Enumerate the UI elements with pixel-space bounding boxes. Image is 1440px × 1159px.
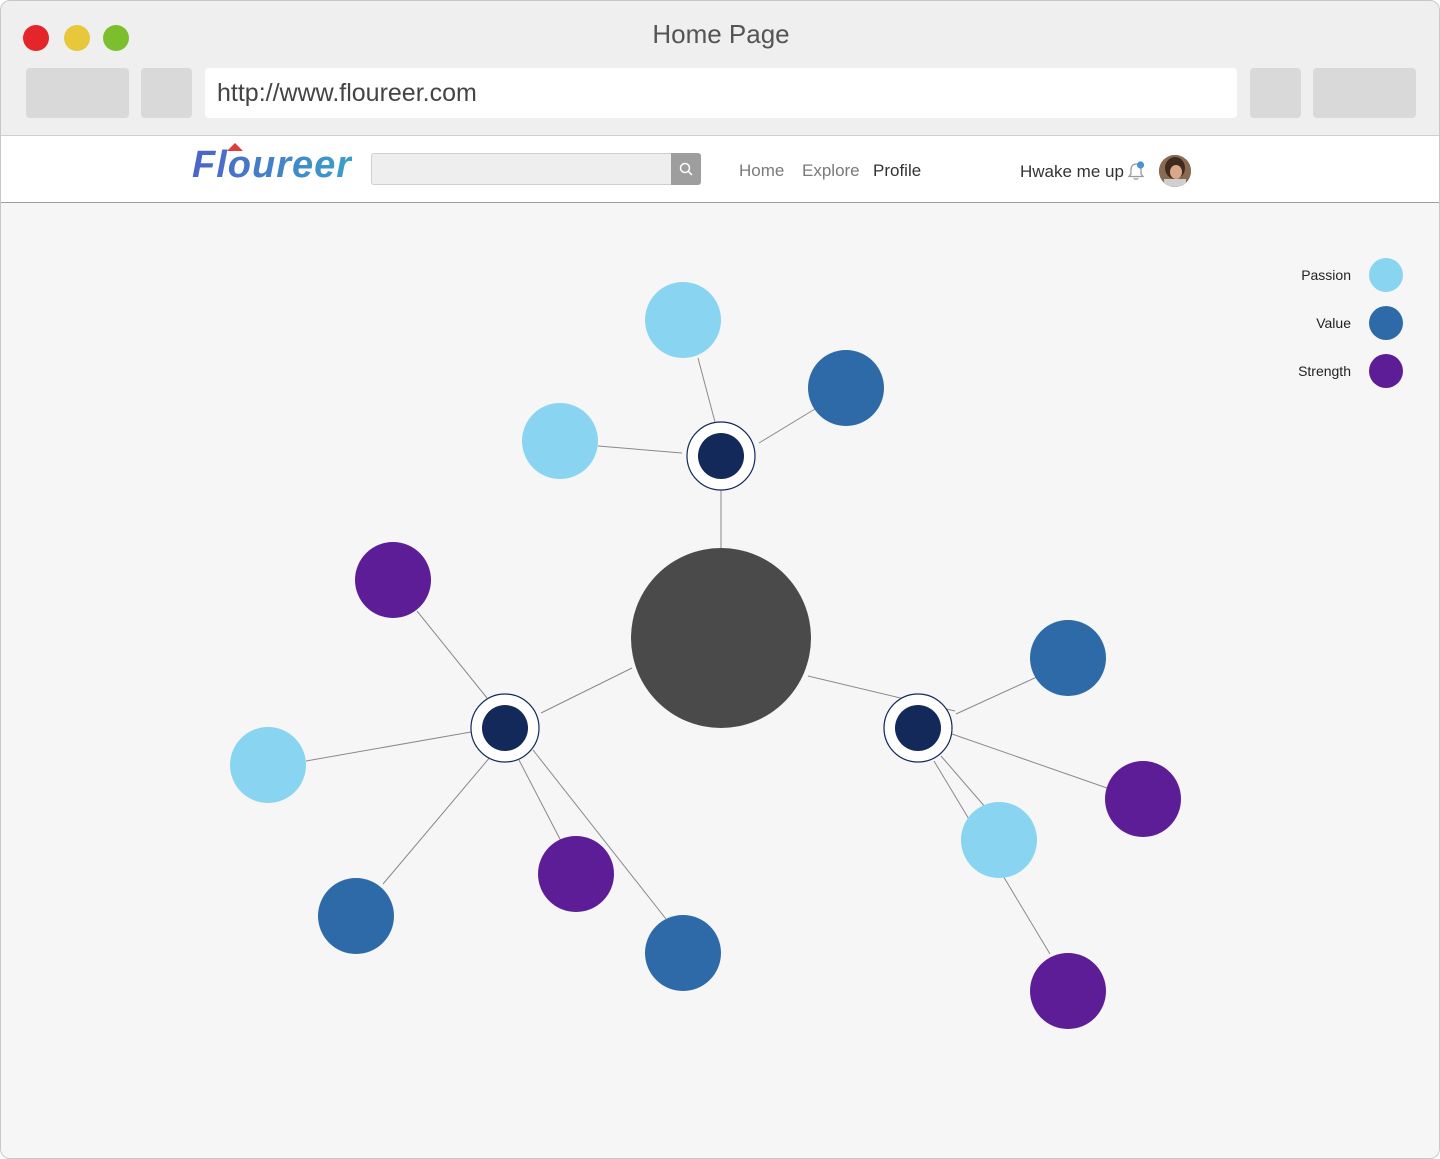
site-logo[interactable]: Floureer bbox=[192, 144, 352, 187]
nav-profile-link[interactable]: Profile bbox=[873, 161, 921, 181]
edge bbox=[940, 755, 987, 809]
browser-titlebar: Home Page http://www.floureer.com bbox=[1, 1, 1439, 136]
network-graph bbox=[230, 282, 1181, 1029]
passion-node[interactable] bbox=[230, 727, 306, 803]
strength-node[interactable] bbox=[1105, 761, 1181, 837]
value-node[interactable] bbox=[645, 915, 721, 991]
legend-dot-strength bbox=[1369, 354, 1403, 388]
value-node[interactable] bbox=[318, 878, 394, 954]
nav-home-link[interactable]: Home bbox=[739, 161, 784, 181]
edge bbox=[951, 733, 1108, 789]
edge bbox=[697, 357, 716, 423]
site-navbar: Floureer Home Explore Profile Hwake me u… bbox=[1, 136, 1439, 203]
edge bbox=[382, 755, 492, 885]
edge bbox=[955, 675, 1040, 715]
search-input[interactable] bbox=[371, 153, 671, 185]
hub-right[interactable] bbox=[883, 693, 953, 763]
search-icon bbox=[679, 162, 693, 176]
nav-explore-link[interactable]: Explore bbox=[802, 161, 860, 181]
value-node[interactable] bbox=[1030, 620, 1106, 696]
back-button[interactable] bbox=[26, 68, 129, 118]
edge bbox=[518, 759, 563, 844]
window-title: Home Page bbox=[652, 19, 790, 49]
main-content: Passion Value Strength bbox=[1, 203, 1439, 1158]
edge bbox=[540, 667, 633, 714]
bell-icon[interactable] bbox=[1126, 160, 1146, 182]
edge bbox=[758, 408, 816, 444]
value-node[interactable] bbox=[808, 350, 884, 426]
strength-node[interactable] bbox=[355, 542, 431, 618]
passion-node[interactable] bbox=[522, 403, 598, 479]
strength-node[interactable] bbox=[1030, 953, 1106, 1029]
logo-text: Floureer bbox=[192, 144, 353, 186]
passion-node[interactable] bbox=[961, 802, 1037, 878]
url-bar[interactable]: http://www.floureer.com bbox=[205, 68, 1237, 118]
toolbar-button-1[interactable] bbox=[1250, 68, 1301, 118]
hub-core bbox=[482, 705, 528, 751]
logo-accent-icon bbox=[227, 143, 243, 151]
legend-label-strength: Strength bbox=[1298, 363, 1351, 379]
hub-top[interactable] bbox=[686, 421, 756, 491]
hub-core bbox=[698, 433, 744, 479]
avatar[interactable] bbox=[1159, 155, 1191, 187]
toolbar-button-2[interactable] bbox=[1313, 68, 1416, 118]
search-bar bbox=[371, 153, 701, 185]
forward-button[interactable] bbox=[141, 68, 192, 118]
browser-window: Home Page http://www.floureer.com Floure… bbox=[0, 0, 1440, 1159]
center-node[interactable] bbox=[631, 548, 811, 728]
avatar-image bbox=[1159, 155, 1191, 187]
legend-label-value: Value bbox=[1316, 315, 1351, 331]
legend-dot-passion bbox=[1369, 258, 1403, 292]
edge bbox=[416, 610, 488, 699]
hub-left[interactable] bbox=[470, 693, 540, 763]
hub-core bbox=[895, 705, 941, 751]
strength-node[interactable] bbox=[538, 836, 614, 912]
passion-node[interactable] bbox=[645, 282, 721, 358]
edge bbox=[305, 731, 472, 762]
legend-dot-value bbox=[1369, 306, 1403, 340]
search-button[interactable] bbox=[671, 153, 701, 185]
edge bbox=[597, 445, 683, 454]
wake-me-up-link[interactable]: Hwake me up bbox=[1020, 162, 1124, 182]
legend-label-passion: Passion bbox=[1301, 267, 1351, 283]
